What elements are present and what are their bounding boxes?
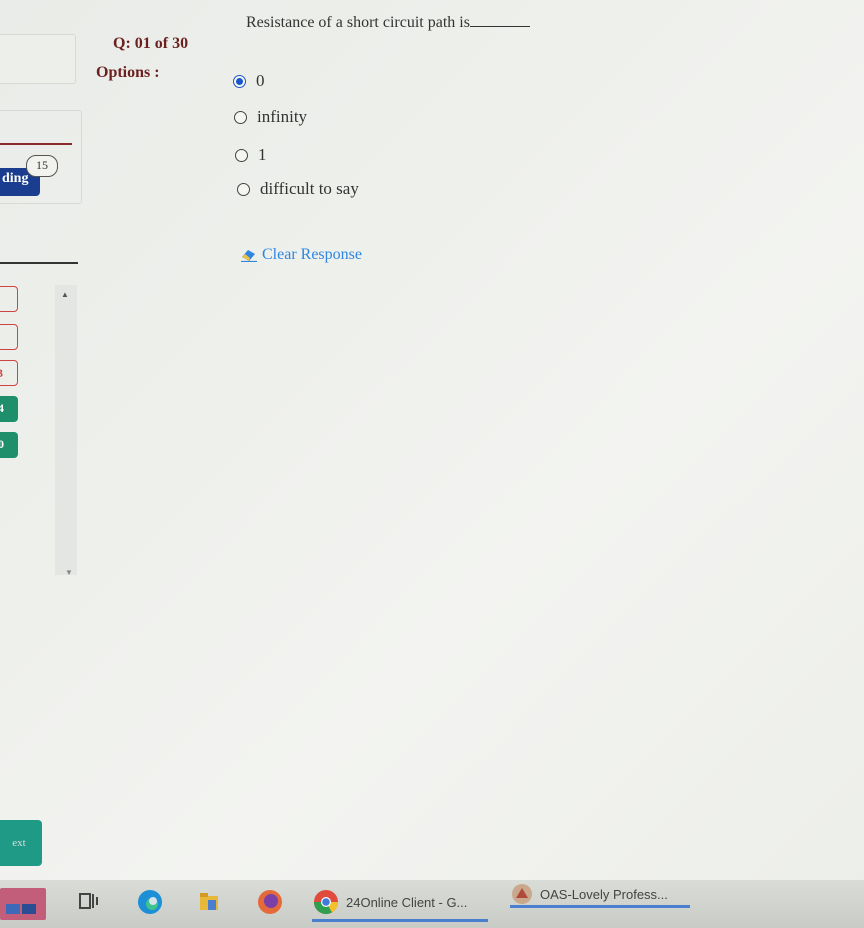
radio-button-selected[interactable] [233, 74, 246, 88]
question-palette-panel: ding 15 ▲ ▼ 3 4 0 ext [0, 0, 88, 880]
question-number-button[interactable]: 3 [0, 360, 18, 386]
next-button[interactable]: ext [0, 820, 42, 866]
clear-response-label: Clear Response [262, 246, 362, 263]
option-0[interactable]: 0 [233, 71, 265, 91]
answer-blank [469, 14, 530, 27]
option-label: infinity [257, 107, 308, 126]
palette-scrollbar[interactable] [55, 285, 77, 575]
eraser-icon [240, 248, 258, 263]
question-number-button[interactable] [0, 324, 18, 350]
question-count-badge: 15 [26, 155, 58, 177]
option-label: difficult to say [260, 179, 359, 198]
question-number-button[interactable]: 4 [0, 396, 18, 422]
radio-button[interactable] [235, 148, 248, 162]
question-text: Resistance of a short circuit path is [246, 14, 530, 32]
edge-browser-icon[interactable] [136, 888, 164, 921]
taskbar-item-label: OAS-Lovely Profess... [540, 886, 668, 902]
palette-header-box [0, 34, 76, 84]
taskbar-item-24online[interactable]: 24Online Client - G... [312, 882, 488, 922]
divider [0, 143, 72, 145]
question-number-button[interactable]: 0 [0, 432, 18, 458]
file-explorer-icon[interactable] [198, 890, 220, 919]
options-label: Options : [96, 64, 160, 81]
radio-button[interactable] [234, 110, 247, 124]
option-label: 0 [256, 71, 265, 90]
start-icon[interactable] [0, 888, 46, 920]
active-indicator [510, 905, 690, 908]
app-icon [512, 884, 532, 904]
question-number: Q: 01 of 30 [113, 35, 189, 52]
chrome-icon [314, 890, 338, 915]
question-number-button[interactable] [0, 286, 18, 312]
question-text-content: Resistance of a short circuit path is [246, 14, 470, 31]
option-infinity[interactable]: infinity [234, 107, 307, 127]
clear-response-button[interactable]: Clear Response [240, 246, 362, 264]
taskbar-item-oas[interactable]: OAS-Lovely Profess... [510, 874, 700, 914]
option-label: 1 [258, 145, 267, 164]
taskbar-item-label: 24Online Client - G... [346, 894, 468, 910]
task-view-icon[interactable] [78, 890, 100, 917]
option-1[interactable]: 1 [235, 145, 267, 165]
radio-button[interactable] [237, 182, 250, 196]
firefox-icon[interactable] [256, 888, 284, 921]
option-difficult-to-say[interactable]: difficult to say [237, 179, 359, 199]
scroll-up-icon[interactable]: ▲ [61, 290, 69, 299]
active-indicator [312, 919, 488, 922]
taskbar: 24Online Client - G... OAS-Lovely Profes… [0, 880, 864, 928]
scroll-down-icon[interactable]: ▼ [65, 568, 73, 577]
divider [0, 262, 78, 264]
